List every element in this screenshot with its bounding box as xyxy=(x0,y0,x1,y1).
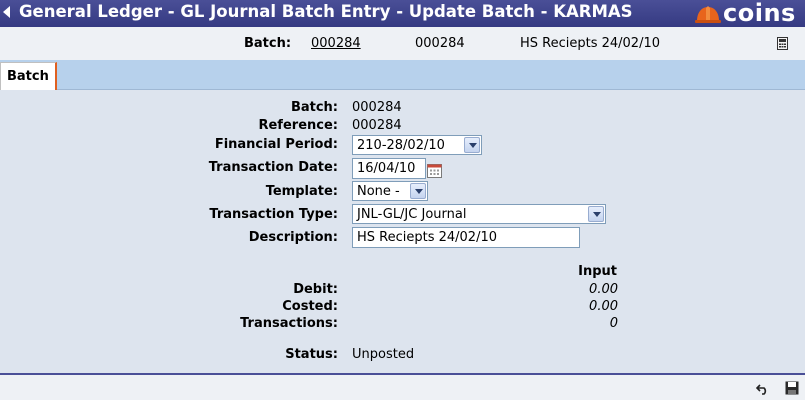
calculator-icon[interactable] xyxy=(777,37,788,50)
reference-value: 000284 xyxy=(352,118,402,133)
calendar-icon[interactable] xyxy=(427,163,442,178)
batch-bar-reference: 000284 xyxy=(415,36,465,51)
chevron-down-icon xyxy=(464,137,480,153)
transaction-date-input[interactable]: 16/04/10 xyxy=(352,158,426,179)
transaction-type-select[interactable]: JNL-GL/JC Journal xyxy=(352,204,606,224)
title-bar: General Ledger - GL Journal Batch Entry … xyxy=(0,0,805,27)
save-icon[interactable] xyxy=(785,381,799,395)
back-arrow-icon[interactable] xyxy=(3,6,10,18)
template-select[interactable]: None - xyxy=(352,181,428,201)
transaction-type-label: Transaction Type: xyxy=(209,207,338,222)
description-label: Description: xyxy=(248,230,338,245)
transactions-label: Transactions: xyxy=(240,316,338,331)
chevron-down-icon xyxy=(588,206,604,222)
batch-bar-label: Batch: xyxy=(244,36,292,51)
debit-value: 0.00 xyxy=(589,282,618,297)
batch-bar: Batch: 000284 000284 HS Reciepts 24/02/1… xyxy=(0,27,805,60)
description-input[interactable]: HS Reciepts 24/02/10 xyxy=(352,227,580,248)
debit-label: Debit: xyxy=(293,282,338,297)
template-value: None - xyxy=(357,184,400,199)
batch-bar-description: HS Reciepts 24/02/10 xyxy=(520,36,661,51)
template-label: Template: xyxy=(265,184,338,199)
batch-label: Batch: xyxy=(290,100,338,115)
transactions-value: 0 xyxy=(609,316,618,331)
bottom-toolbar xyxy=(0,373,805,400)
input-column-header: Input xyxy=(578,264,617,279)
transaction-type-value: JNL-GL/JC Journal xyxy=(357,207,467,222)
financial-period-label: Financial Period: xyxy=(214,137,338,152)
financial-period-select[interactable]: 210-28/02/10 xyxy=(352,135,482,155)
coins-logo: coins xyxy=(695,0,801,27)
tab-batch[interactable]: Batch xyxy=(0,62,57,90)
logo-wordmark: coins xyxy=(723,0,796,27)
description-value: HS Reciepts 24/02/10 xyxy=(357,230,498,245)
status-value: Unposted xyxy=(352,347,415,362)
transaction-date-value: 16/04/10 xyxy=(357,161,416,176)
chevron-down-icon xyxy=(410,183,426,199)
batch-number-link[interactable]: 000284 xyxy=(311,36,361,51)
status-label: Status: xyxy=(285,347,338,362)
financial-period-value: 210-28/02/10 xyxy=(357,138,445,153)
reference-label: Reference: xyxy=(258,118,338,133)
tab-bar: Batch xyxy=(0,60,805,90)
batch-form: Batch: 000284 Reference: 000284 Financia… xyxy=(0,90,805,372)
page-title: General Ledger - GL Journal Batch Entry … xyxy=(19,2,633,21)
costed-value: 0.00 xyxy=(589,299,618,314)
batch-value: 000284 xyxy=(352,100,402,115)
helmet-logo-icon xyxy=(695,6,721,23)
transaction-date-label: Transaction Date: xyxy=(208,160,338,175)
undo-icon[interactable] xyxy=(756,381,770,395)
costed-label: Costed: xyxy=(282,299,338,314)
